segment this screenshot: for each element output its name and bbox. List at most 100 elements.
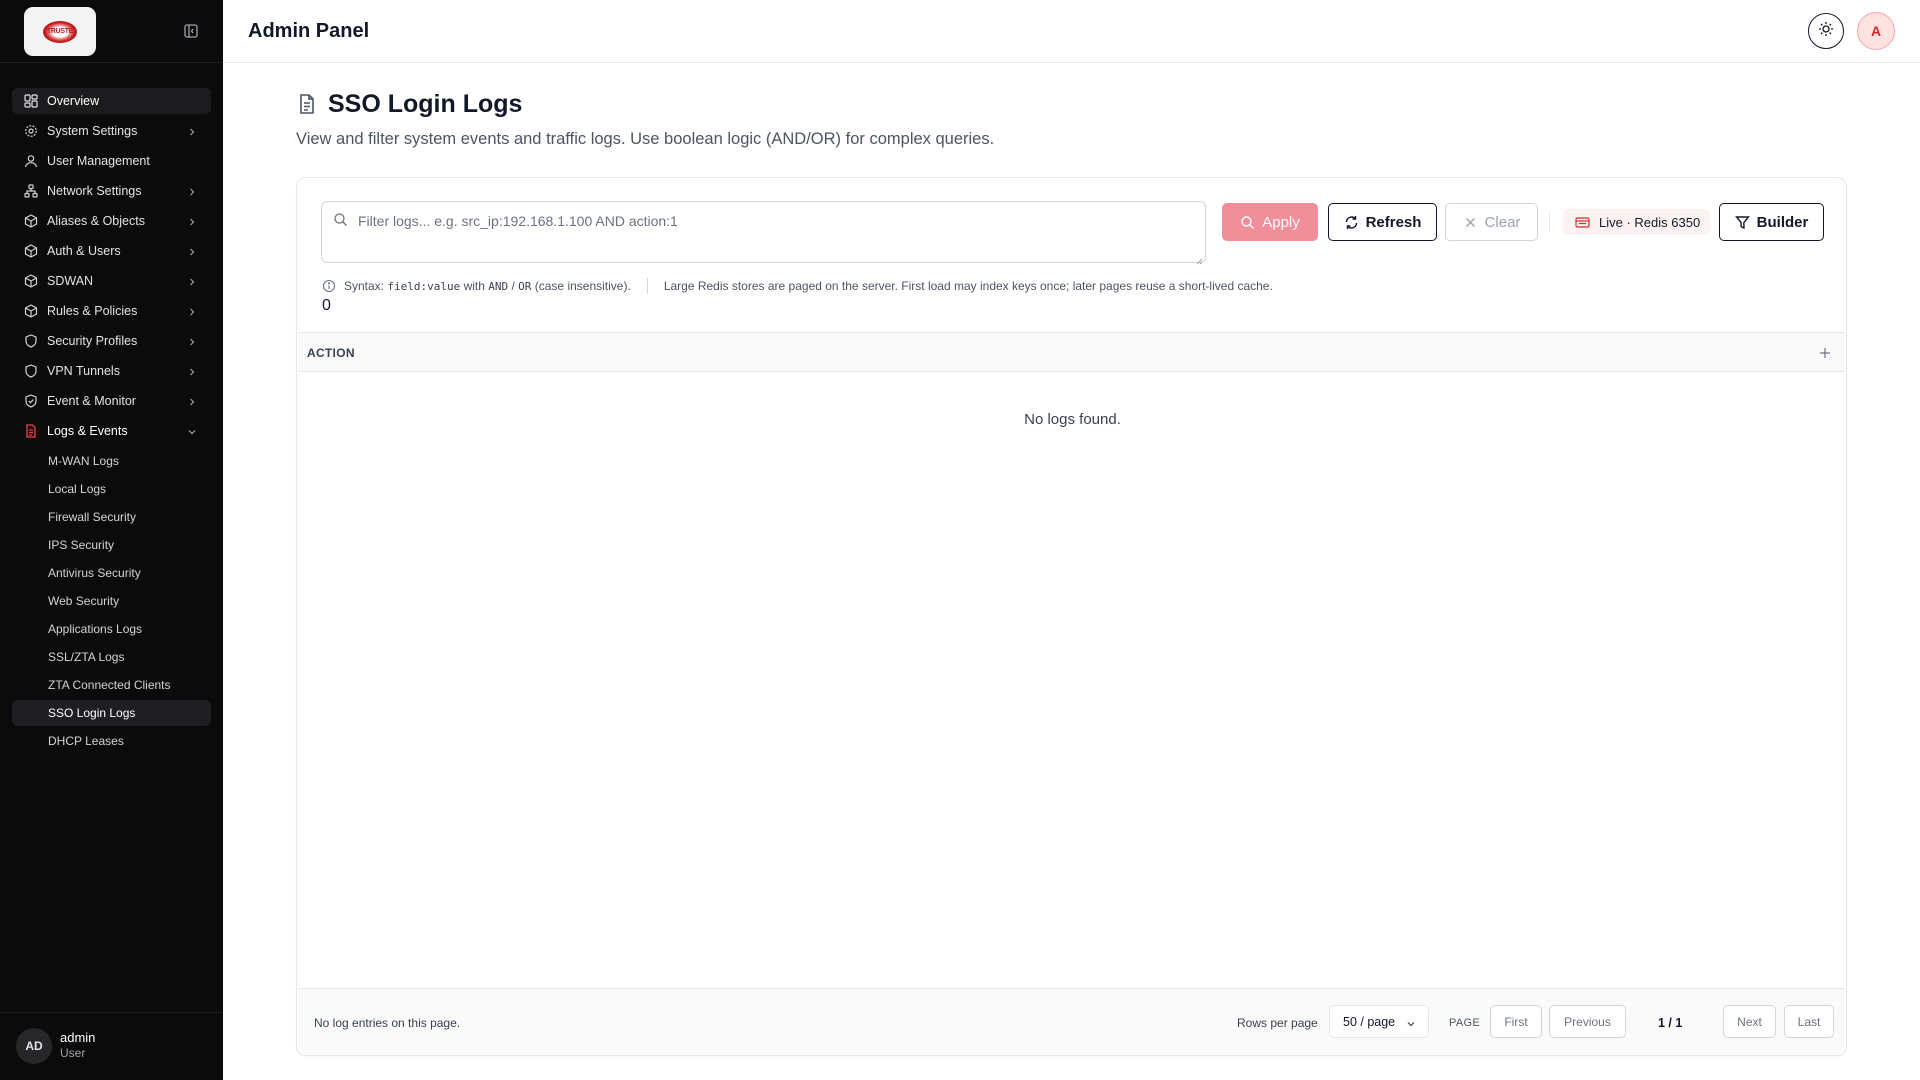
- sidebar-subitem-applications-logs[interactable]: Applications Logs: [12, 616, 211, 642]
- sidebar-subitem-mwan-logs[interactable]: M-WAN Logs: [12, 448, 211, 474]
- sidebar-subitem-ips-security[interactable]: IPS Security: [12, 532, 211, 558]
- sidebar-header: TRUSTE: [0, 0, 223, 63]
- resize-grip-icon[interactable]: [1195, 252, 1203, 265]
- sidebar-subitem-sso-login-logs[interactable]: SSO Login Logs: [12, 700, 211, 726]
- apply-label: Apply: [1262, 213, 1300, 231]
- close-icon: [1463, 215, 1478, 230]
- refresh-label: Refresh: [1365, 213, 1422, 231]
- sidebar-item-label: Rules & Policies: [47, 304, 138, 318]
- builder-button[interactable]: Builder: [1719, 203, 1824, 241]
- refresh-button[interactable]: Refresh: [1328, 203, 1437, 241]
- sidebar-item-label: Event & Monitor: [47, 394, 136, 408]
- refresh-icon: [1344, 215, 1359, 230]
- filter-box[interactable]: [321, 201, 1206, 265]
- sidebar-subitem-label: SSL/ZTA Logs: [48, 650, 125, 664]
- divider: [1549, 211, 1550, 233]
- sidebar-subitem-firewall-security[interactable]: Firewall Security: [12, 504, 211, 530]
- sidebar-item-label: Aliases & Objects: [47, 214, 145, 228]
- sidebar-nav: Overview System Settings User Management…: [12, 88, 211, 756]
- sidebar-subitem-antivirus-security[interactable]: Antivirus Security: [12, 560, 211, 586]
- syntax-slash: /: [511, 279, 515, 293]
- chevron-right-icon: [187, 276, 197, 286]
- chevron-down-icon: [187, 426, 197, 436]
- chevron-right-icon: [187, 216, 197, 226]
- search-icon: [333, 212, 348, 227]
- sidebar-item-label: Logs & Events: [47, 424, 128, 438]
- previous-page-button[interactable]: Previous: [1549, 1005, 1626, 1038]
- sidebar: TRUSTE Overview System Settings User Man…: [0, 0, 223, 1080]
- sidebar-subitem-label: IPS Security: [48, 538, 115, 552]
- sidebar-item-rules-policies[interactable]: Rules & Policies: [12, 298, 211, 324]
- cube-icon: [24, 274, 38, 288]
- syntax-hint: Syntax: field:value with AND / OR (case …: [322, 278, 1273, 294]
- apply-button[interactable]: Apply: [1222, 203, 1318, 241]
- cube-icon: [24, 244, 38, 258]
- result-count: 0: [322, 297, 331, 314]
- sidebar-subitem-ssl-zta-logs[interactable]: SSL/ZTA Logs: [12, 644, 211, 670]
- sidebar-item-event-monitor[interactable]: Event & Monitor: [12, 388, 211, 414]
- cube-icon: [24, 214, 38, 228]
- account-avatar-button[interactable]: A: [1857, 12, 1895, 50]
- sidebar-subitem-label: Firewall Security: [48, 510, 137, 524]
- sidebar-item-system-settings[interactable]: System Settings: [12, 118, 211, 144]
- sidebar-subitem-web-security[interactable]: Web Security: [12, 588, 211, 614]
- rows-per-page-select[interactable]: 50 / page: [1329, 1005, 1429, 1038]
- user-icon: [24, 154, 38, 168]
- sidebar-item-label: User Management: [47, 154, 150, 168]
- sidebar-item-label: System Settings: [47, 124, 138, 138]
- shield-check-icon: [24, 394, 38, 408]
- sidebar-item-label: VPN Tunnels: [47, 364, 120, 378]
- filter-query-input[interactable]: [358, 210, 1188, 232]
- sidebar-item-logs-events[interactable]: Logs & Events: [12, 418, 211, 444]
- user-role: User: [60, 1046, 86, 1060]
- sidebar-collapse-icon[interactable]: [183, 23, 199, 39]
- syntax-code: field:value: [387, 279, 461, 293]
- app-title: Admin Panel: [248, 20, 370, 42]
- add-column-icon[interactable]: [1819, 346, 1831, 358]
- info-icon: [322, 279, 336, 293]
- pagination-bar: No log entries on this page. Rows per pa…: [298, 988, 1845, 1054]
- page-indicator: 1 / 1: [1658, 1016, 1683, 1030]
- sidebar-subitem-label: Applications Logs: [48, 622, 143, 636]
- sidebar-item-label: Security Profiles: [47, 334, 138, 348]
- last-page-button[interactable]: Last: [1784, 1005, 1834, 1038]
- sidebar-item-aliases-objects[interactable]: Aliases & Objects: [12, 208, 211, 234]
- chevron-down-icon: [1406, 1018, 1416, 1028]
- column-header-action[interactable]: ACTION: [307, 346, 355, 360]
- sidebar-subitem-label: Web Security: [48, 594, 120, 608]
- search-icon: [1240, 215, 1255, 230]
- sidebar-item-user-management[interactable]: User Management: [12, 148, 211, 174]
- sidebar-item-label: SDWAN: [47, 274, 94, 288]
- next-page-button[interactable]: Next: [1723, 1005, 1776, 1038]
- first-page-button[interactable]: First: [1490, 1005, 1542, 1038]
- sidebar-subitem-label: SSO Login Logs: [48, 706, 136, 720]
- sidebar-item-network-settings[interactable]: Network Settings: [12, 178, 211, 204]
- logs-submenu: M-WAN Logs Local Logs Firewall Security …: [12, 448, 211, 754]
- chevron-right-icon: [187, 246, 197, 256]
- sidebar-item-vpn-tunnels[interactable]: VPN Tunnels: [12, 358, 211, 384]
- divider: [646, 278, 648, 294]
- sidebar-subitem-local-logs[interactable]: Local Logs: [12, 476, 211, 502]
- user-avatar: AD: [16, 1028, 52, 1064]
- chevron-right-icon: [187, 186, 197, 196]
- sidebar-subitem-label: DHCP Leases: [48, 734, 124, 748]
- sidebar-subitem-label: Local Logs: [48, 482, 107, 496]
- sidebar-item-sdwan[interactable]: SDWAN: [12, 268, 211, 294]
- sidebar-item-overview[interactable]: Overview: [12, 88, 211, 114]
- theme-toggle-button[interactable]: [1808, 13, 1844, 49]
- clear-button[interactable]: Clear: [1445, 203, 1538, 241]
- network-icon: [24, 184, 38, 198]
- filter-funnel-icon: [1734, 215, 1750, 230]
- sidebar-subitem-dhcp-leases[interactable]: DHCP Leases: [12, 728, 211, 754]
- logo-text: TRUSTE: [46, 28, 74, 35]
- sidebar-user[interactable]: AD admin User: [0, 1012, 223, 1080]
- sidebar-item-auth-users[interactable]: Auth & Users: [12, 238, 211, 264]
- entries-note: No log entries on this page.: [314, 1016, 461, 1030]
- clear-label: Clear: [1484, 213, 1521, 231]
- sidebar-subitem-zta-connected-clients[interactable]: ZTA Connected Clients: [12, 672, 211, 698]
- sidebar-item-label: Auth & Users: [47, 244, 121, 258]
- brand-logo[interactable]: TRUSTE: [24, 7, 96, 56]
- syntax-and: AND: [488, 279, 509, 293]
- sidebar-item-security-profiles[interactable]: Security Profiles: [12, 328, 211, 354]
- document-icon: [24, 424, 38, 438]
